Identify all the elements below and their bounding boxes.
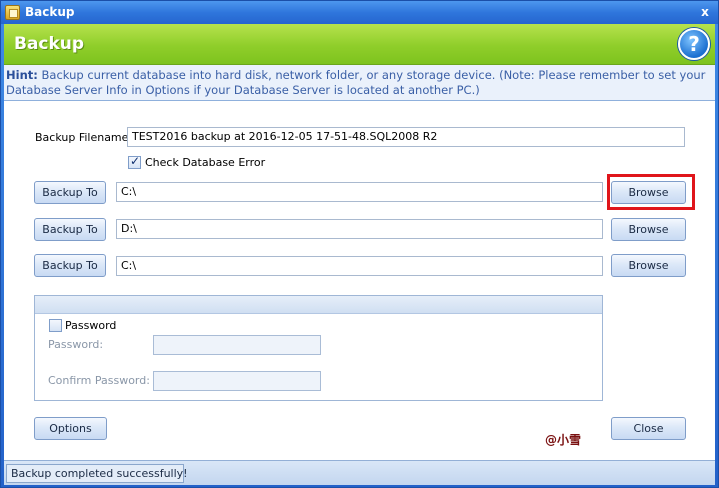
confirm-password-label: Confirm Password:: [48, 374, 150, 387]
check-database-error-label: Check Database Error: [145, 156, 266, 169]
backup-to-button-3[interactable]: Backup To: [34, 254, 106, 277]
backup-to-button-1[interactable]: Backup To: [34, 181, 106, 204]
check-database-error-checkbox[interactable]: [128, 154, 141, 169]
status-message: Backup completed successfully!: [6, 464, 188, 483]
password-group: Password Password: Confirm Password:: [34, 295, 603, 401]
title-bar[interactable]: Backup x: [1, 1, 718, 24]
password-label: Password:: [48, 338, 104, 351]
window-title: Backup: [25, 5, 75, 19]
dialog-client: Backup ? Hint: Backup current database i…: [4, 24, 715, 485]
close-button[interactable]: Close: [611, 417, 686, 440]
backup-window: Backup x Backup ? Hint: Backup current d…: [0, 0, 719, 488]
backup-filename-input[interactable]: TEST2016 backup at 2016-12-05 17-51-48.S…: [127, 127, 685, 147]
backup-filename-label: Backup Filename:: [35, 131, 133, 144]
options-button[interactable]: Options: [34, 417, 107, 440]
hint-box: Hint: Backup current database into hard …: [4, 65, 715, 101]
backup-path-input-1[interactable]: C:\: [116, 182, 603, 202]
highlight-annotation: [607, 174, 695, 210]
hint-text: Backup current database into hard disk, …: [6, 68, 706, 97]
browse-button-3[interactable]: Browse: [611, 254, 686, 277]
app-icon: [5, 5, 20, 20]
status-bar: Backup completed successfully!: [4, 460, 715, 485]
help-icon[interactable]: ?: [678, 28, 710, 60]
password-checkbox-label: Password: [65, 319, 117, 332]
password-checkbox[interactable]: [49, 319, 62, 332]
backup-to-button-2[interactable]: Backup To: [34, 218, 106, 241]
backup-path-input-2[interactable]: D:\: [116, 219, 603, 239]
confirm-password-input[interactable]: [153, 371, 321, 391]
password-input[interactable]: [153, 335, 321, 355]
password-group-header: [35, 296, 602, 314]
browse-button-2[interactable]: Browse: [611, 218, 686, 241]
page-title: Backup: [14, 34, 85, 54]
close-window-button[interactable]: x: [697, 4, 713, 20]
watermark-text: @小雪: [545, 433, 582, 447]
header-banner: Backup ?: [4, 24, 715, 65]
hint-label: Hint:: [6, 68, 38, 82]
backup-path-input-3[interactable]: C:\: [116, 256, 603, 276]
